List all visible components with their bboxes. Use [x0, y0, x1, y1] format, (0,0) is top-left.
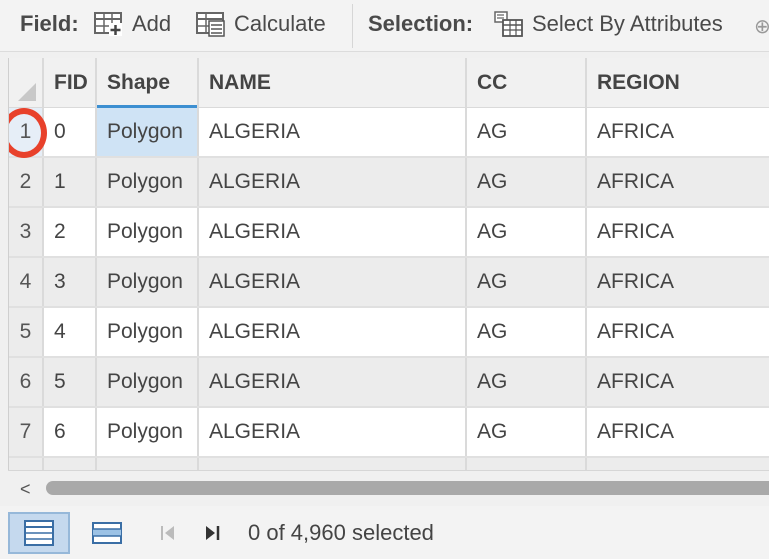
- region-cell[interactable]: AFRICA: [587, 208, 769, 256]
- attribute-table-grid: FID Shape NAME CC REGION 1 0 Polygon ALG…: [8, 58, 769, 470]
- cc-cell[interactable]: AG: [467, 308, 587, 356]
- cc-cell[interactable]: AG: [467, 258, 587, 306]
- name-cell[interactable]: ALGERIA: [199, 158, 467, 206]
- table-view-icon: [24, 520, 54, 546]
- select-by-attributes-button[interactable]: Select By Attributes: [494, 11, 723, 37]
- column-header-label: REGION: [597, 70, 680, 94]
- field-label: Field:: [20, 11, 79, 36]
- more-tools-icon[interactable]: ⊕: [754, 14, 769, 39]
- select-by-attributes-icon: [494, 11, 523, 37]
- cc-cell[interactable]: AG: [467, 208, 587, 256]
- name-cell: [199, 458, 467, 470]
- shape-cell[interactable]: Polygon: [97, 158, 199, 206]
- shape-cell: [97, 458, 199, 470]
- fid-cell[interactable]: 1: [44, 158, 97, 206]
- column-header-label: Shape: [107, 70, 171, 94]
- table-row-partial: [9, 458, 769, 470]
- table-row[interactable]: 1 0 Polygon ALGERIA AG AFRICA: [9, 108, 769, 158]
- fid-cell: [44, 458, 97, 470]
- shape-cell[interactable]: Polygon: [97, 208, 199, 256]
- region-cell[interactable]: AFRICA: [587, 158, 769, 206]
- table-row[interactable]: 4 3 Polygon ALGERIA AG AFRICA: [9, 258, 769, 308]
- region-cell[interactable]: AFRICA: [587, 408, 769, 456]
- region-cell[interactable]: AFRICA: [587, 108, 769, 156]
- row-number[interactable]: 1: [9, 108, 44, 156]
- row-number[interactable]: 5: [9, 308, 44, 356]
- list-view-icon: [92, 522, 122, 544]
- shape-cell[interactable]: Polygon: [97, 308, 199, 356]
- table-view-button[interactable]: [8, 512, 70, 554]
- select-all-corner[interactable]: [9, 58, 44, 108]
- region-cell[interactable]: AFRICA: [587, 308, 769, 356]
- table-row[interactable]: 2 1 Polygon ALGERIA AG AFRICA: [9, 158, 769, 208]
- table-row[interactable]: 6 5 Polygon ALGERIA AG AFRICA: [9, 358, 769, 408]
- name-cell[interactable]: ALGERIA: [199, 108, 467, 156]
- column-header-label: CC: [477, 70, 508, 94]
- next-record-button[interactable]: [192, 512, 232, 554]
- name-cell[interactable]: ALGERIA: [199, 358, 467, 406]
- first-record-icon: [161, 526, 174, 540]
- region-cell[interactable]: AFRICA: [587, 358, 769, 406]
- row-number[interactable]: 6: [9, 358, 44, 406]
- name-cell[interactable]: ALGERIA: [199, 408, 467, 456]
- selected-records-view-button[interactable]: [76, 512, 138, 554]
- fid-cell[interactable]: 6: [44, 408, 97, 456]
- add-field-button[interactable]: Add: [94, 11, 171, 37]
- row-number: [9, 458, 44, 470]
- horizontal-scrollbar[interactable]: <: [8, 470, 769, 506]
- cc-cell[interactable]: AG: [467, 158, 587, 206]
- first-record-button[interactable]: [148, 512, 188, 554]
- column-header-name[interactable]: NAME: [199, 58, 467, 108]
- fid-cell[interactable]: 3: [44, 258, 97, 306]
- region-cell[interactable]: AFRICA: [587, 258, 769, 306]
- name-cell[interactable]: ALGERIA: [199, 258, 467, 306]
- name-cell[interactable]: ALGERIA: [199, 208, 467, 256]
- column-header-label: NAME: [209, 70, 271, 94]
- table-row[interactable]: 7 6 Polygon ALGERIA AG AFRICA: [9, 408, 769, 458]
- cc-cell[interactable]: AG: [467, 358, 587, 406]
- column-header-region[interactable]: REGION: [587, 58, 769, 108]
- shape-cell[interactable]: Polygon: [97, 108, 199, 156]
- add-field-icon: [94, 12, 122, 36]
- shape-cell[interactable]: Polygon: [97, 258, 199, 306]
- scrollbar-thumb[interactable]: [46, 481, 769, 495]
- fid-cell[interactable]: 2: [44, 208, 97, 256]
- row-number[interactable]: 2: [9, 158, 44, 206]
- column-header-cc[interactable]: CC: [467, 58, 587, 108]
- row-number[interactable]: 3: [9, 208, 44, 256]
- table-row[interactable]: 3 2 Polygon ALGERIA AG AFRICA: [9, 208, 769, 258]
- cc-cell[interactable]: AG: [467, 408, 587, 456]
- calculate-label: Calculate: [234, 11, 326, 36]
- fid-cell[interactable]: 4: [44, 308, 97, 356]
- fid-cell[interactable]: 0: [44, 108, 97, 156]
- table-toolbar: Field: Add Calculate Selection: Select B…: [0, 0, 769, 52]
- shape-cell[interactable]: Polygon: [97, 358, 199, 406]
- corner-triangle-icon: [18, 83, 36, 101]
- row-number[interactable]: 7: [9, 408, 44, 456]
- selection-count-text: 0 of 4,960 selected: [248, 520, 434, 545]
- cc-cell[interactable]: AG: [467, 108, 587, 156]
- calculate-field-icon: [196, 12, 225, 37]
- add-label: Add: [132, 11, 172, 36]
- shape-cell[interactable]: Polygon: [97, 408, 199, 456]
- column-header-shape[interactable]: Shape: [97, 58, 199, 108]
- scroll-left-icon[interactable]: <: [20, 479, 31, 500]
- status-bar: 0 of 4,960 selected: [0, 506, 769, 559]
- fid-cell[interactable]: 5: [44, 358, 97, 406]
- table-row[interactable]: 5 4 Polygon ALGERIA AG AFRICA: [9, 308, 769, 358]
- selection-label: Selection:: [368, 11, 474, 36]
- toolbar-divider: [352, 4, 353, 48]
- column-header-label: FID: [54, 70, 88, 94]
- next-record-icon: [206, 526, 220, 540]
- cc-cell: [467, 458, 587, 470]
- name-cell[interactable]: ALGERIA: [199, 308, 467, 356]
- row-number[interactable]: 4: [9, 258, 44, 306]
- select-by-attributes-label: Select By Attributes: [532, 11, 723, 36]
- column-header-fid[interactable]: FID: [44, 58, 97, 108]
- calculate-field-button[interactable]: Calculate: [196, 11, 326, 37]
